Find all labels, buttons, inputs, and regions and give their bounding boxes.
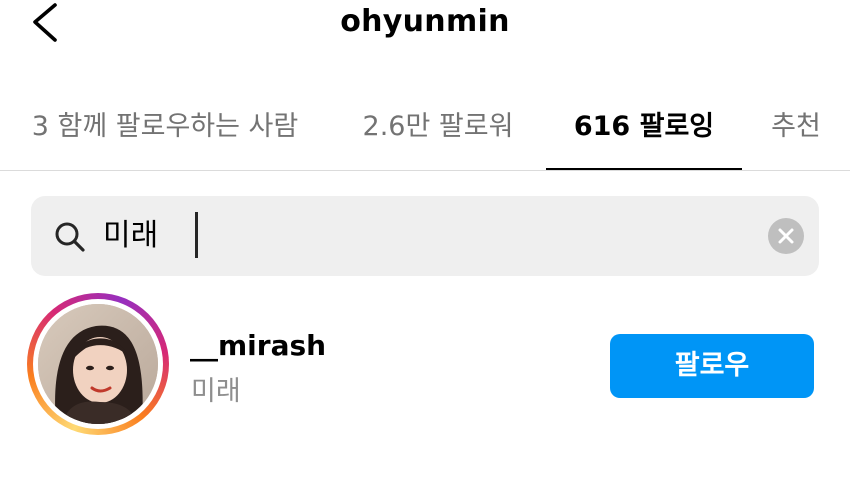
active-tab-indicator (546, 168, 742, 170)
username[interactable]: __mirash (190, 329, 326, 362)
search-input[interactable] (103, 210, 703, 262)
tab-label: 추천 (771, 111, 821, 142)
tab-mutual-followers[interactable]: 3 함께 팔로우하는 사람 (15, 90, 315, 169)
tab-suggested[interactable]: 추천 (757, 90, 835, 169)
full-name: 미래 (191, 376, 241, 407)
tab-label: 2.6만 팔로워 (362, 111, 514, 142)
story-ring[interactable] (27, 293, 169, 435)
tab-followers[interactable]: 2.6만 팔로워 (345, 90, 531, 169)
follow-button[interactable]: 팔로우 (610, 334, 814, 398)
text-cursor (195, 212, 198, 258)
clear-search-button[interactable] (768, 218, 804, 254)
avatar-photo (38, 304, 158, 424)
tab-following[interactable]: 616 팔로잉 (546, 90, 742, 170)
search-icon (55, 222, 85, 252)
search-bar (31, 196, 819, 276)
top-bar: ohyunmin (0, 0, 850, 60)
list-item[interactable]: __mirash 미래 팔로우 (0, 290, 850, 450)
avatar (38, 304, 158, 424)
tab-label: 616 팔로잉 (573, 111, 715, 142)
follow-tabs: 3 함께 팔로우하는 사람 2.6만 팔로워 616 팔로잉 추천 (0, 90, 850, 171)
clear-icon (768, 218, 804, 254)
tab-label: 3 함께 팔로우하는 사람 (31, 111, 299, 142)
page-title: ohyunmin (340, 4, 510, 39)
